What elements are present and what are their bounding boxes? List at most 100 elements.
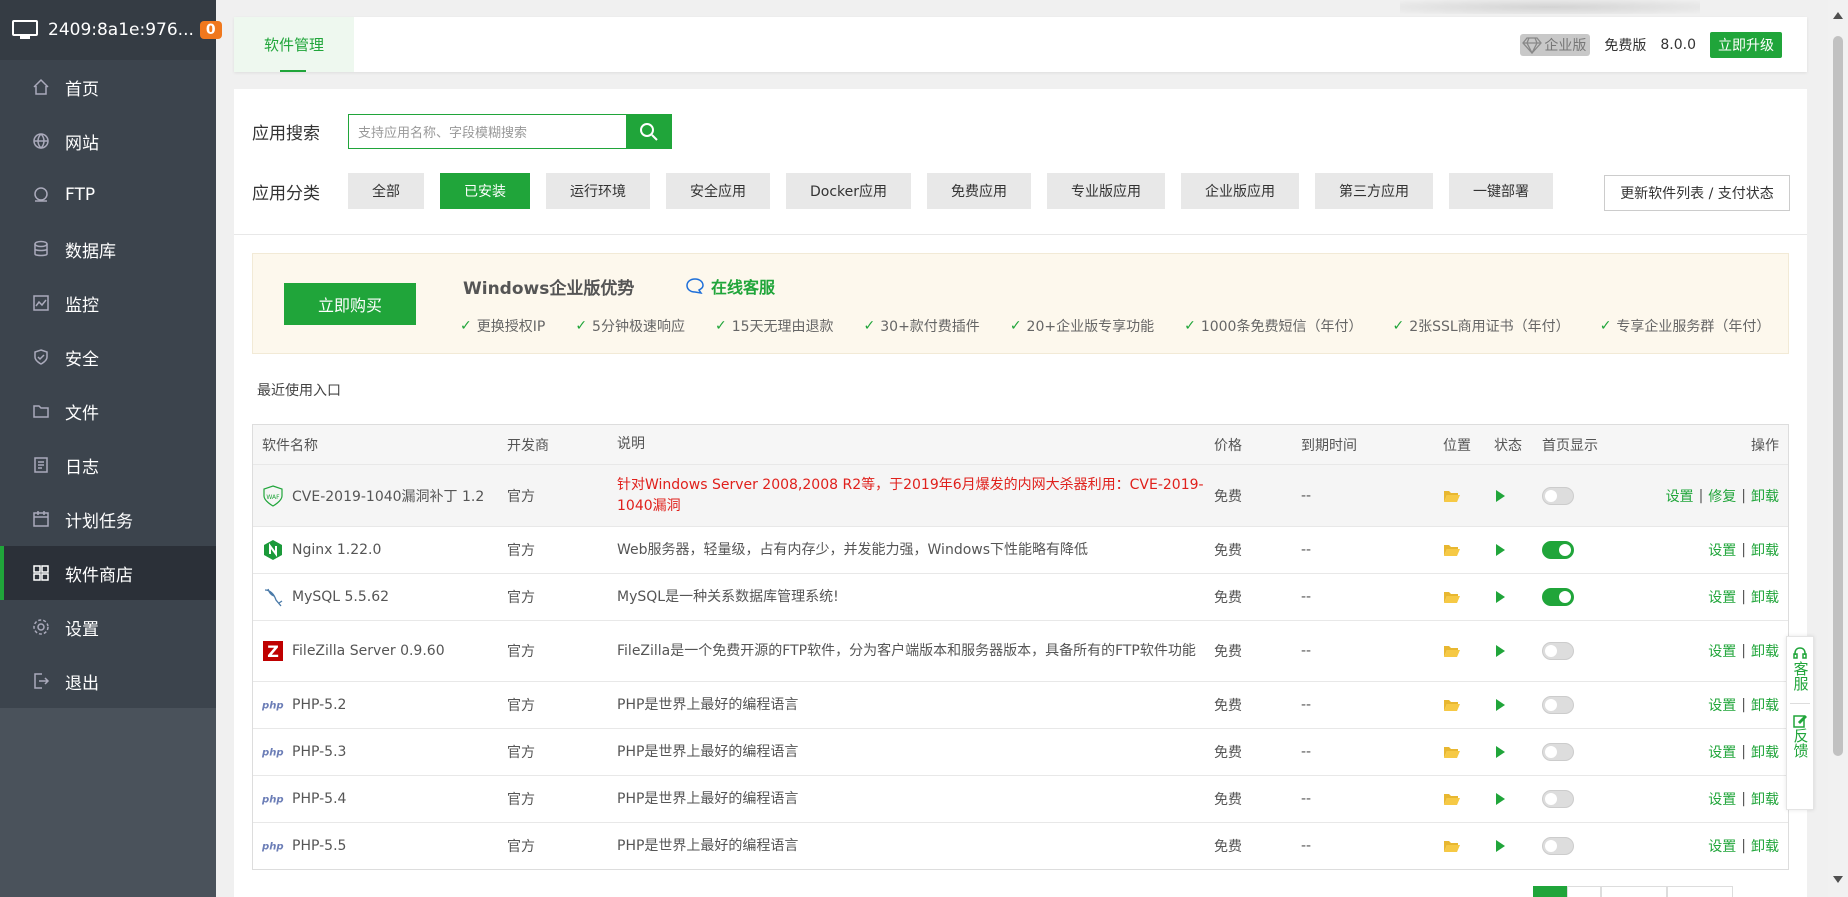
sidebar-item-website[interactable]: 网站 — [0, 114, 216, 168]
feedback-button[interactable]: 反馈 — [1792, 704, 1810, 758]
category-installed[interactable]: 已安装 — [440, 173, 530, 209]
folder-open-icon[interactable] — [1443, 823, 1461, 869]
home-display-toggle[interactable] — [1542, 465, 1574, 526]
tab-software-management[interactable]: 软件管理 — [234, 17, 354, 72]
settings-link[interactable]: 设置 — [1708, 587, 1736, 607]
feature-item: ✓ 1000条免费短信（年付） — [1184, 316, 1362, 336]
check-icon: ✓ — [575, 318, 588, 334]
page-button[interactable] — [1567, 886, 1601, 897]
sidebar-item-settings[interactable]: 设置 — [0, 600, 216, 654]
category-all[interactable]: 全部 — [348, 173, 424, 209]
online-service-link[interactable]: 在线客服 — [685, 274, 775, 298]
toggle-switch[interactable] — [1542, 642, 1574, 660]
page-button[interactable] — [1667, 886, 1733, 897]
toggle-switch[interactable] — [1542, 541, 1574, 559]
folder-open-icon[interactable] — [1443, 574, 1461, 620]
upgrade-button[interactable]: 立即升级 — [1710, 31, 1782, 58]
folder-open-icon[interactable] — [1443, 682, 1461, 728]
sidebar-item-files[interactable]: 文件 — [0, 384, 216, 438]
scrollbar[interactable] — [1828, 0, 1848, 897]
settings-link[interactable]: 设置 — [1708, 695, 1736, 715]
sidebar-item-logs[interactable]: 日志 — [0, 438, 216, 492]
play-icon[interactable] — [1494, 621, 1506, 681]
folder-open-icon[interactable] — [1443, 776, 1461, 822]
toggle-switch[interactable] — [1542, 486, 1574, 505]
search-button[interactable] — [626, 114, 672, 149]
uninstall-link[interactable]: 卸载 — [1751, 789, 1779, 809]
settings-link[interactable]: 设置 — [1708, 641, 1736, 661]
sidebar-item-cron[interactable]: 计划任务 — [0, 492, 216, 546]
server-header[interactable]: 2409:8a1e:976... 0 — [0, 0, 222, 60]
refresh-list-button[interactable]: 更新软件列表 / 支付状态 — [1604, 175, 1790, 211]
play-icon[interactable] — [1494, 682, 1506, 728]
category-enterprise[interactable]: 企业版应用 — [1181, 173, 1300, 209]
play-icon[interactable] — [1494, 527, 1506, 573]
category-pro[interactable]: 专业版应用 — [1047, 173, 1166, 209]
home-display-toggle[interactable] — [1542, 823, 1574, 869]
expire-date: -- — [1301, 542, 1312, 558]
settings-link[interactable]: 设置 — [1708, 789, 1736, 809]
home-display-toggle[interactable] — [1542, 776, 1574, 822]
category-security[interactable]: 安全应用 — [666, 173, 770, 209]
scroll-thumb[interactable] — [1833, 36, 1843, 756]
folder-open-icon[interactable] — [1443, 465, 1461, 526]
toggle-switch[interactable] — [1542, 588, 1574, 606]
svg-text:php: php — [262, 748, 284, 759]
toggle-switch[interactable] — [1542, 743, 1574, 761]
sidebar-item-logout[interactable]: 退出 — [0, 654, 216, 708]
play-icon[interactable] — [1494, 776, 1506, 822]
play-icon[interactable] — [1494, 729, 1506, 775]
operations: 设置 | 卸载 — [1708, 527, 1779, 573]
home-display-toggle[interactable] — [1542, 527, 1574, 573]
sidebar-item-database[interactable]: 数据库 — [0, 222, 216, 276]
uninstall-link[interactable]: 卸载 — [1751, 695, 1779, 715]
sidebar-item-security[interactable]: 安全 — [0, 330, 216, 384]
sidebar-item-ftp[interactable]: FTP — [0, 168, 216, 222]
uninstall-link[interactable]: 卸载 — [1751, 486, 1779, 506]
repair-link[interactable]: 修复 — [1708, 486, 1736, 506]
sidebar-item-label: 安全 — [65, 349, 99, 370]
category-one-click[interactable]: 一键部署 — [1449, 173, 1554, 209]
category-runtime[interactable]: 运行环境 — [546, 173, 650, 209]
play-icon[interactable] — [1494, 465, 1506, 526]
home-display-toggle[interactable] — [1542, 574, 1574, 620]
sidebar-item-store[interactable]: 软件商店 — [0, 546, 216, 600]
settings-link[interactable]: 设置 — [1708, 540, 1736, 560]
folder-open-icon[interactable] — [1443, 527, 1461, 573]
developer: 官方 — [507, 644, 535, 660]
category-docker[interactable]: Docker应用 — [786, 173, 912, 209]
page-button[interactable] — [1601, 886, 1667, 897]
buy-now-button[interactable]: 立即购买 — [284, 283, 416, 325]
uninstall-link[interactable]: 卸载 — [1751, 540, 1779, 560]
play-icon[interactable] — [1494, 823, 1506, 869]
play-icon[interactable] — [1494, 574, 1506, 620]
uninstall-link[interactable]: 卸载 — [1751, 587, 1779, 607]
promo-banner: 立即购买 Windows企业版优势 在线客服 ✓ 更换授权IP ✓ 5分钟极速响应 … — [252, 253, 1789, 354]
notification-badge[interactable]: 0 — [199, 21, 222, 39]
sidebar-item-monitor[interactable]: 监控 — [0, 276, 216, 330]
settings-link[interactable]: 设置 — [1708, 742, 1736, 762]
sidebar-item-home[interactable]: 首页 — [0, 60, 216, 114]
uninstall-link[interactable]: 卸载 — [1751, 836, 1779, 856]
settings-link[interactable]: 设置 — [1666, 486, 1694, 506]
enterprise-tag[interactable]: 企业版 — [1520, 33, 1591, 56]
scroll-up-icon[interactable] — [1833, 12, 1843, 19]
scroll-down-icon[interactable] — [1833, 876, 1843, 883]
home-display-toggle[interactable] — [1542, 682, 1574, 728]
category-free[interactable]: 免费应用 — [927, 173, 1032, 209]
separator: | — [1698, 487, 1704, 504]
search-input[interactable]: 支持应用名称、字段模糊搜索 — [348, 114, 626, 149]
toggle-switch[interactable] — [1542, 696, 1574, 714]
uninstall-link[interactable]: 卸载 — [1751, 742, 1779, 762]
toggle-switch[interactable] — [1542, 790, 1574, 808]
folder-open-icon[interactable] — [1443, 621, 1461, 681]
toggle-switch[interactable] — [1542, 837, 1574, 855]
uninstall-link[interactable]: 卸载 — [1751, 641, 1779, 661]
home-display-toggle[interactable] — [1542, 729, 1574, 775]
page-button-current[interactable] — [1533, 886, 1567, 897]
customer-service-button[interactable]: 客服 — [1792, 637, 1810, 691]
settings-link[interactable]: 设置 — [1708, 836, 1736, 856]
home-display-toggle[interactable] — [1542, 621, 1574, 681]
folder-open-icon[interactable] — [1443, 729, 1461, 775]
category-third-party[interactable]: 第三方应用 — [1315, 173, 1434, 209]
